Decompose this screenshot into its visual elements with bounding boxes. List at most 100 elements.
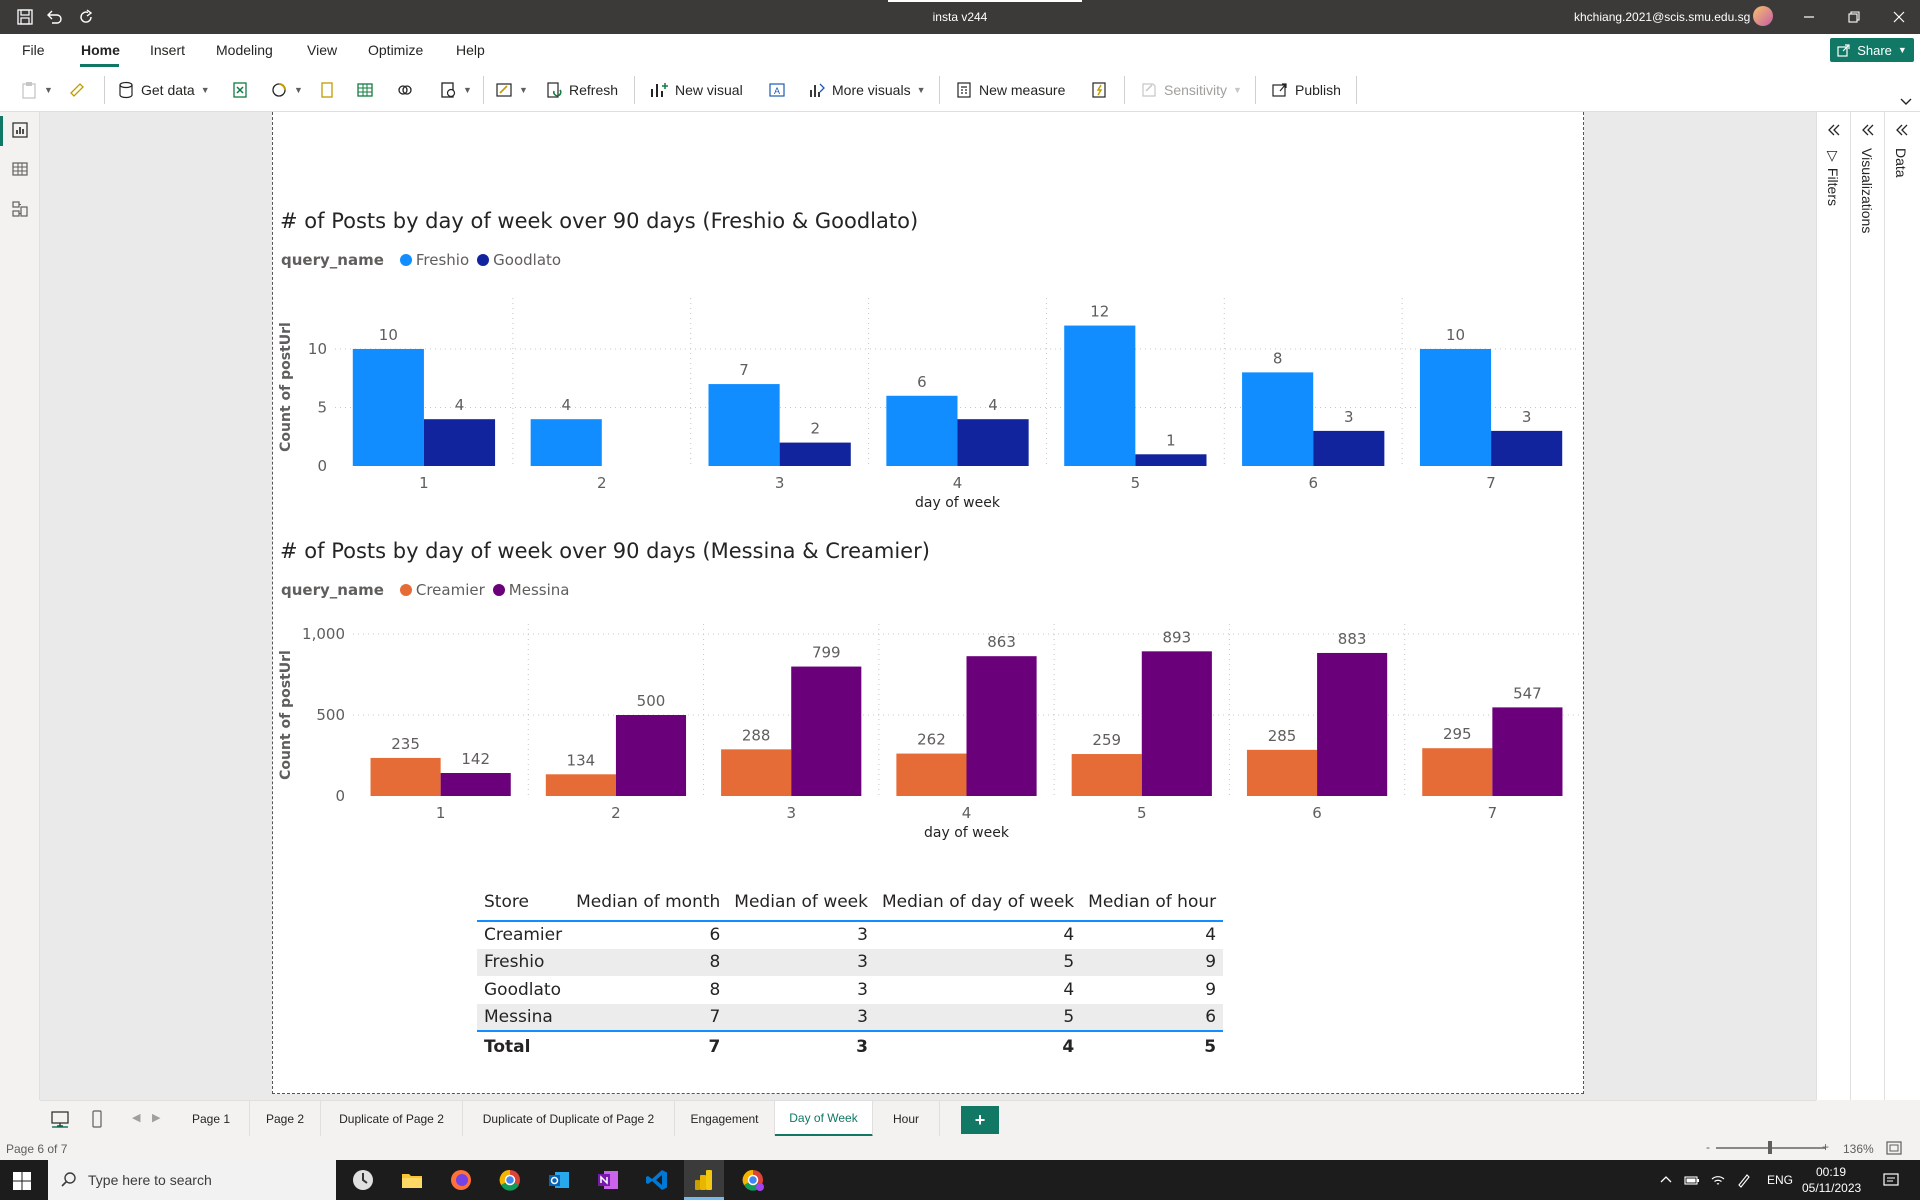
page-tab-day-of-week[interactable]: Day of Week — [775, 1101, 873, 1137]
chrome-profile-icon[interactable] — [740, 1167, 766, 1193]
power-bi-icon[interactable] — [691, 1167, 717, 1193]
tab-modeling[interactable]: Modeling — [216, 42, 273, 58]
quick-measure-button[interactable] — [1090, 79, 1108, 101]
tab-optimize[interactable]: Optimize — [368, 42, 423, 58]
col-header-median-month[interactable]: Median of month — [569, 884, 727, 921]
bar-messina[interactable] — [615, 715, 687, 796]
col-header-median-week[interactable]: Median of week — [727, 884, 875, 921]
enter-data-button[interactable] — [356, 79, 374, 101]
bar-goodlato[interactable] — [957, 419, 1029, 466]
page-tab-duplicate-of-page-2[interactable]: Duplicate of Page 2 — [321, 1101, 463, 1137]
excel-button[interactable] — [231, 79, 249, 101]
language-indicator[interactable]: ENG — [1767, 1173, 1793, 1187]
onenote-icon[interactable] — [595, 1167, 621, 1193]
bar-messina[interactable] — [966, 656, 1037, 796]
fit-to-page-icon[interactable] — [1886, 1141, 1902, 1155]
wifi-icon[interactable] — [1710, 1172, 1726, 1188]
share-button[interactable]: Share ▼ — [1830, 38, 1914, 62]
report-view-icon[interactable] — [11, 121, 29, 139]
page-tab-engagement[interactable]: Engagement — [675, 1101, 775, 1137]
bar-messina[interactable] — [1317, 652, 1388, 796]
double-chevron-left-icon[interactable] — [1894, 122, 1910, 138]
tab-file[interactable]: File — [22, 42, 45, 58]
page-tab-page-2[interactable]: Page 2 — [250, 1101, 321, 1137]
bar-messina[interactable] — [440, 772, 511, 796]
bar-creamier[interactable] — [896, 753, 967, 796]
bar-freshio[interactable] — [1242, 372, 1314, 466]
bar-creamier[interactable] — [1071, 754, 1142, 796]
transform-data-button[interactable]: ▼ — [495, 79, 528, 101]
bar-freshio[interactable] — [886, 395, 958, 466]
tab-view[interactable]: View — [307, 42, 337, 58]
col-header-store[interactable]: Store — [477, 884, 569, 921]
tab-help[interactable]: Help — [456, 42, 485, 58]
filters-pane[interactable]: ▽ Filters — [1817, 112, 1851, 1100]
user-email[interactable]: khchiang.2021@scis.smu.edu.sg — [1574, 10, 1750, 24]
desktop-layout-icon[interactable] — [50, 1110, 70, 1128]
chart2-plot[interactable]: 0 500 1,000 235 142 1 134 500 2 288 799 3 262 863 4 259… — [272, 620, 1584, 850]
model-view-icon[interactable] — [11, 200, 29, 218]
data-hub-button[interactable]: ▼ — [270, 79, 303, 101]
restore-icon[interactable] — [1845, 8, 1863, 26]
refresh-button[interactable]: Refresh — [545, 79, 618, 101]
bar-messina[interactable] — [1492, 707, 1563, 796]
bar-creamier[interactable] — [1422, 748, 1493, 796]
bar-freshio[interactable] — [1064, 325, 1136, 466]
vscode-icon[interactable] — [644, 1167, 670, 1193]
bar-messina[interactable] — [1141, 651, 1212, 796]
bar-creamier[interactable] — [1246, 749, 1318, 796]
bar-goodlato[interactable] — [1313, 430, 1385, 466]
legend-item-messina[interactable]: Messina — [509, 581, 570, 599]
paste-button[interactable]: ▼ — [20, 79, 53, 101]
battery-icon[interactable] — [1684, 1172, 1700, 1188]
sensitivity-button[interactable]: Sensitivity ▼ — [1140, 79, 1242, 101]
clock[interactable]: 00:19 05/11/2023 — [1802, 1164, 1861, 1196]
next-page-icon[interactable]: ▶ — [152, 1111, 160, 1124]
page-tab-duplicate-of-duplicate[interactable]: Duplicate of Duplicate of Page 2 — [463, 1101, 675, 1137]
double-chevron-left-icon[interactable] — [1860, 122, 1876, 138]
double-chevron-left-icon[interactable] — [1826, 122, 1842, 138]
bar-freshio[interactable] — [530, 419, 602, 466]
taskbar-search[interactable]: Type here to search — [48, 1160, 336, 1200]
tab-insert[interactable]: Insert — [150, 42, 185, 58]
get-data-button[interactable]: Get data ▼ — [117, 79, 210, 101]
text-box-button[interactable]: A — [768, 79, 786, 101]
col-header-median-day-of-week[interactable]: Median of day of week — [875, 884, 1081, 921]
chevron-up-icon[interactable] — [1658, 1172, 1674, 1188]
bar-creamier[interactable] — [721, 749, 792, 796]
notifications-icon[interactable] — [1882, 1171, 1900, 1189]
legend-item-freshio[interactable]: Freshio — [416, 251, 469, 269]
recent-sources-button[interactable]: ▼ — [439, 79, 472, 101]
bar-goodlato[interactable] — [1491, 430, 1563, 466]
outlook-icon[interactable] — [546, 1167, 572, 1193]
file-explorer-icon[interactable] — [399, 1167, 425, 1193]
bar-freshio[interactable] — [352, 348, 424, 466]
dataverse-button[interactable] — [318, 79, 336, 101]
add-page-button[interactable]: + — [961, 1106, 999, 1134]
publish-button[interactable]: Publish — [1271, 79, 1341, 101]
chrome-icon[interactable] — [497, 1167, 523, 1193]
new-measure-button[interactable]: New measure — [955, 79, 1065, 101]
zoom-out-button[interactable]: - — [1706, 1140, 1710, 1154]
pen-icon[interactable] — [1736, 1172, 1752, 1188]
new-visual-button[interactable]: New visual — [649, 79, 743, 101]
format-painter-button[interactable] — [68, 79, 86, 101]
prev-page-icon[interactable]: ◀ — [132, 1111, 140, 1124]
tab-home[interactable]: Home — [81, 42, 120, 58]
bar-creamier[interactable] — [545, 774, 616, 796]
bar-creamier[interactable] — [370, 757, 441, 796]
bar-goodlato[interactable] — [779, 442, 851, 466]
dataflow-button[interactable] — [396, 79, 414, 101]
bar-goodlato[interactable] — [1135, 454, 1207, 466]
chart1-plot[interactable]: 0 5 10 10 4 1 4 2 7 2 3 6 4 4 12 1 5 8 3 6 10 3 7 day of week Co… — [272, 290, 1584, 520]
mobile-layout-icon[interactable] — [87, 1110, 107, 1128]
bar-freshio[interactable] — [708, 384, 780, 466]
page-tab-hour[interactable]: Hour — [873, 1101, 940, 1137]
task-view-icon[interactable] — [350, 1167, 376, 1193]
page-tab-page-1[interactable]: Page 1 — [173, 1101, 250, 1137]
data-pane[interactable]: Data — [1885, 112, 1919, 1100]
windows-start-icon[interactable] — [12, 1171, 32, 1191]
table-view-icon[interactable] — [11, 160, 29, 178]
median-table[interactable]: Store Median of month Median of week Med… — [477, 884, 1224, 1061]
visualizations-pane[interactable]: Visualizations — [1851, 112, 1885, 1100]
